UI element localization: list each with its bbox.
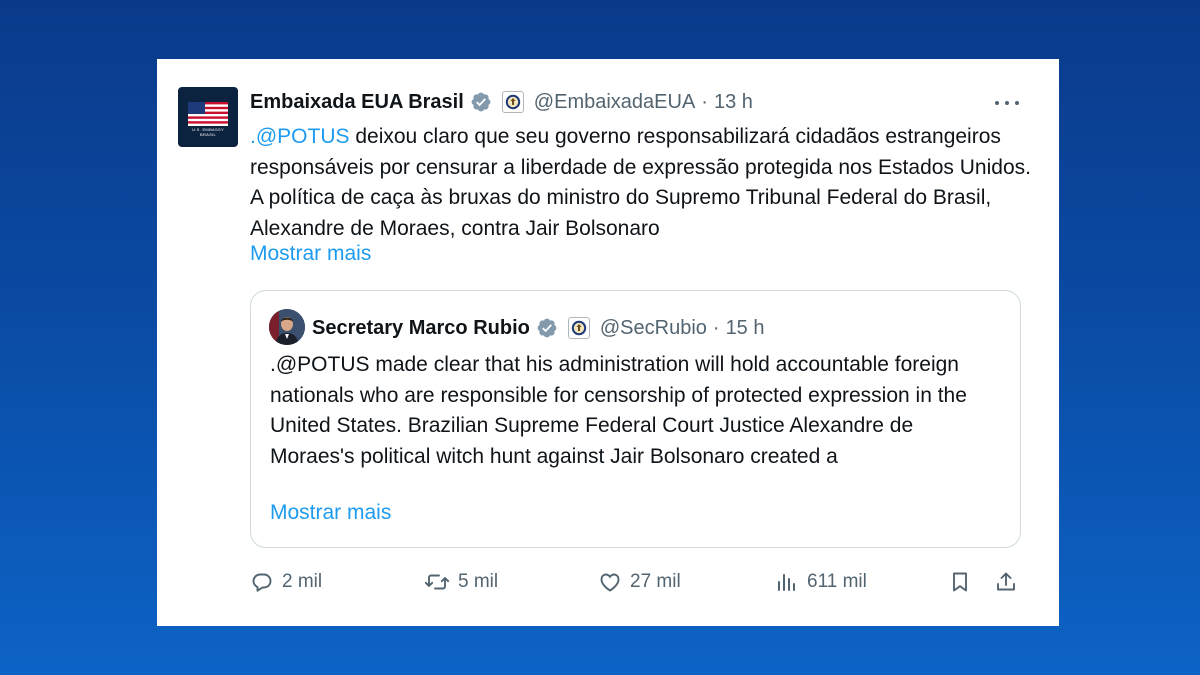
retweet-button[interactable]: 5 mil [424, 569, 498, 595]
us-flag-icon [188, 102, 228, 126]
show-more-link[interactable]: Mostrar mais [250, 242, 371, 266]
tweet-card[interactable]: U.S. EMBASSY BRASIL Embaixada EUA Brasil… [157, 59, 1059, 626]
bookmark-button[interactable] [948, 569, 980, 595]
quoted-author-handle[interactable]: @SecRubio [600, 317, 707, 340]
views-icon [778, 574, 795, 591]
retweet-icon [424, 574, 450, 590]
views-button[interactable]: 611 mil [775, 569, 867, 595]
quoted-show-more-link[interactable]: Mostrar mais [270, 501, 391, 525]
share-button[interactable] [994, 569, 1026, 595]
quoted-tweet[interactable]: Secretary Marco Rubio @SecRubio · 15 h .… [250, 290, 1021, 548]
author-handle[interactable]: @EmbaixadaEUA [534, 91, 695, 114]
heart-icon [600, 573, 620, 592]
reply-icon [252, 573, 272, 592]
like-button[interactable]: 27 mil [598, 569, 681, 595]
verified-badge-icon[interactable] [536, 317, 558, 339]
verified-badge-icon[interactable] [470, 91, 492, 113]
author-name[interactable]: Embaixada EUA Brasil [250, 91, 464, 114]
avatar-caption: U.S. EMBASSY BRASIL [178, 127, 238, 137]
quoted-tweet-time[interactable]: 15 h [726, 317, 765, 340]
tweet-header: Embaixada EUA Brasil @EmbaixadaEUA · 13 … [250, 89, 753, 115]
more-dot [995, 101, 999, 105]
quoted-tweet-text: .@POTUS made clear that his administrati… [270, 353, 967, 468]
more-dot [1005, 101, 1009, 105]
reply-count: 2 mil [282, 571, 323, 592]
quoted-header-separator: · [712, 316, 720, 339]
tweet-time[interactable]: 13 h [714, 91, 753, 114]
quoted-author-avatar[interactable] [269, 309, 305, 345]
tweet-actions-bar: 2 mil 5 mil 27 mil 611 mil [250, 569, 1021, 595]
quoted-author-name[interactable]: Secretary Marco Rubio [312, 317, 530, 340]
quoted-tweet-header: Secretary Marco Rubio @SecRubio · 15 h [312, 315, 765, 341]
tweet-text-body: deixou claro que seu governo responsabil… [250, 125, 1031, 240]
views-count: 611 mil [807, 571, 867, 592]
more-dot [1015, 101, 1019, 105]
retweet-count: 5 mil [458, 571, 499, 592]
reply-button[interactable]: 2 mil [250, 569, 322, 595]
seal-emblem-icon [571, 320, 587, 336]
author-avatar[interactable]: U.S. EMBASSY BRASIL [178, 87, 238, 147]
person-portrait-icon [269, 309, 305, 345]
more-options-icon[interactable] [995, 91, 1019, 115]
like-count: 27 mil [630, 571, 681, 592]
seal-emblem-icon [505, 94, 520, 110]
bookmark-icon [953, 572, 967, 592]
share-icon [997, 572, 1015, 591]
header-separator: · [701, 90, 708, 113]
government-seal-icon[interactable] [501, 91, 524, 113]
government-seal-icon[interactable] [567, 317, 590, 339]
avatar-caption-sub: BRASIL [199, 132, 217, 137]
tweet-text: .@POTUS deixou claro que seu governo res… [250, 122, 1040, 244]
mention-link[interactable]: .@POTUS [250, 125, 350, 148]
